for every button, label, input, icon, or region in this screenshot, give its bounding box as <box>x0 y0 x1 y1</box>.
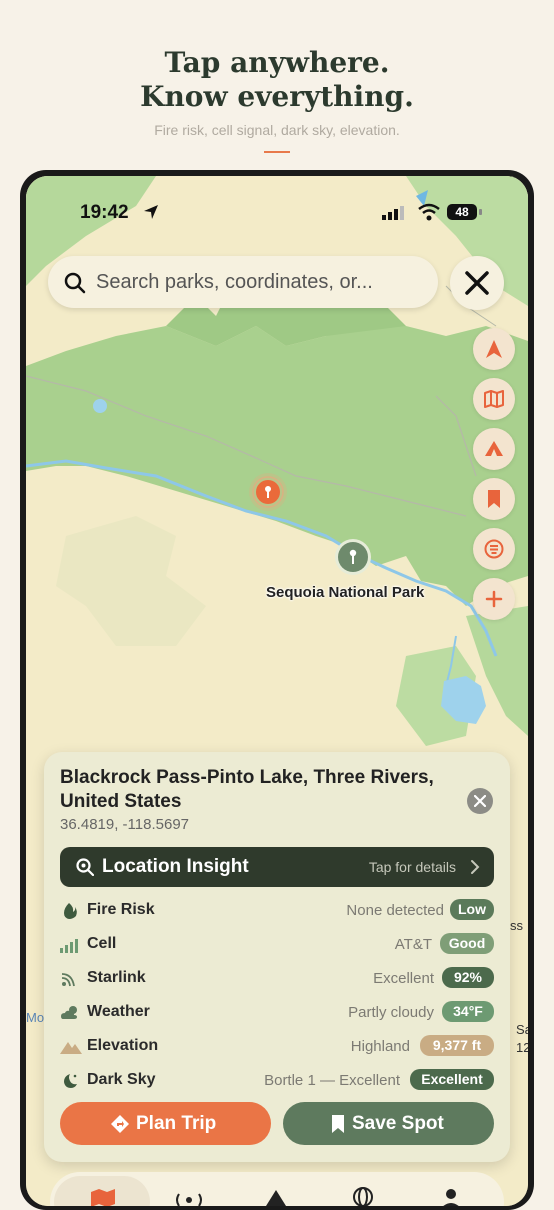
signal-bars-icon <box>382 206 404 220</box>
row-label: Weather <box>87 1003 150 1020</box>
mountain-icon <box>60 1042 82 1054</box>
map-icon <box>484 390 504 408</box>
battery-icon: 48 <box>447 204 477 220</box>
map-edge-label: Mo <box>26 1010 45 1025</box>
close-icon <box>474 795 486 807</box>
tab-bar <box>50 1172 504 1206</box>
signal-tab-icon[interactable] <box>174 1190 204 1206</box>
app-screen: 19:42 48 Search parks, coordinates, or..… <box>26 176 528 1206</box>
status-badge: 9,377 ft <box>420 1035 494 1056</box>
row-value: AT&T <box>394 936 432 953</box>
map-layers-button[interactable] <box>473 378 515 420</box>
location-arrow-icon <box>144 205 158 219</box>
partly-cloudy-icon <box>61 1006 77 1019</box>
search-insight-icon <box>76 858 94 876</box>
hero-divider <box>264 151 290 153</box>
close-icon <box>465 271 489 295</box>
search-bar[interactable]: Search parks, coordinates, or... <box>48 256 438 308</box>
row-label: Cell <box>87 935 117 952</box>
plan-trip-button[interactable]: Plan Trip <box>60 1102 271 1145</box>
globe-tab-icon[interactable] <box>350 1186 376 1206</box>
status-time: 19:42 <box>80 202 129 223</box>
flame-icon <box>64 903 77 919</box>
park-pin[interactable] <box>334 538 372 576</box>
status-bar: 19:42 48 <box>26 200 528 224</box>
coordinates: 36.4819, -118.5697 <box>60 816 190 833</box>
close-button[interactable] <box>450 256 504 310</box>
tab-map[interactable] <box>54 1176 150 1206</box>
map-edge-label: 12 <box>516 1040 528 1055</box>
status-badge: 34°F <box>442 1001 494 1022</box>
row-value: Partly cloudy <box>348 1004 434 1021</box>
save-spot-label: Save Spot <box>352 1113 444 1134</box>
row-label: Fire Risk <box>87 901 155 918</box>
row-label: Elevation <box>87 1037 159 1054</box>
cell-row[interactable]: Cell AT&T Good <box>60 930 494 960</box>
row-value: None detected <box>346 902 444 919</box>
hero-subtitle: Fire risk, cell signal, dark sky, elevat… <box>154 122 400 138</box>
fire-risk-row[interactable]: Fire Risk None detected Low <box>60 896 494 926</box>
navigation-arrow-icon <box>486 340 502 358</box>
cell-signal-icon <box>60 939 78 953</box>
filter-button[interactable] <box>473 528 515 570</box>
search-input[interactable]: Search parks, coordinates, or... <box>96 271 373 294</box>
profile-tab-icon[interactable] <box>440 1188 462 1206</box>
elevation-row[interactable]: Elevation Highland 9,377 ft <box>60 1032 494 1062</box>
status-badge: 92% <box>442 967 494 988</box>
bookmark-icon <box>488 490 500 508</box>
selected-location-pin[interactable] <box>248 472 288 512</box>
place-name: Blackrock Pass-Pinto Lake, Three Rivers,… <box>60 767 434 812</box>
plan-trip-label: Plan Trip <box>136 1113 217 1134</box>
insight-title: Location Insight <box>102 856 249 877</box>
hero-title-line-1: Tap anywhere. <box>164 46 390 79</box>
navigation-button[interactable] <box>473 328 515 370</box>
map-tab-icon <box>91 1189 115 1206</box>
directions-icon <box>111 1115 129 1133</box>
layers-icon <box>484 539 504 559</box>
card-close-button[interactable] <box>467 788 493 814</box>
search-icon <box>64 272 86 294</box>
wifi-icon <box>418 203 440 221</box>
add-button[interactable] <box>473 578 515 620</box>
chevron-right-icon <box>471 860 480 874</box>
battery-tip <box>479 209 482 215</box>
row-value: Highland <box>350 1038 410 1055</box>
tent-tab-icon[interactable] <box>264 1188 288 1206</box>
location-insight-button[interactable]: Location Insight Tap for details <box>60 847 494 887</box>
map-edge-label: ss <box>510 918 523 933</box>
dark-sky-row[interactable]: Dark Sky Bortle 1 — Excellent Excellent <box>60 1066 494 1096</box>
save-spot-button[interactable]: Save Spot <box>283 1102 494 1145</box>
status-badge: Low <box>450 899 494 920</box>
row-value: Bortle 1 — Excellent <box>264 1072 400 1089</box>
starlink-row[interactable]: Starlink Excellent 92% <box>60 964 494 994</box>
hero-title-line-2: Know everything. <box>140 80 414 113</box>
moon-stars-icon <box>64 1074 77 1088</box>
satellite-icon <box>61 973 75 987</box>
bookmark-icon <box>332 1115 344 1133</box>
bookmarks-button[interactable] <box>473 478 515 520</box>
row-value: Excellent <box>373 970 434 987</box>
map-edge-label: Sa <box>516 1022 528 1037</box>
insight-hint: Tap for details <box>368 859 456 875</box>
status-badge: Good <box>440 933 494 954</box>
plus-icon <box>485 590 503 608</box>
row-label: Starlink <box>87 969 146 986</box>
location-card: Blackrock Pass-Pinto Lake, Three Rivers,… <box>44 752 510 1162</box>
status-badge: Excellent <box>410 1069 494 1090</box>
campsites-button[interactable] <box>473 428 515 470</box>
tent-icon <box>485 441 503 456</box>
park-label[interactable]: Sequoia National Park <box>266 584 424 601</box>
hero-title: Tap anywhere. Know everything. <box>0 46 554 114</box>
row-label: Dark Sky <box>87 1071 156 1088</box>
weather-row[interactable]: Weather Partly cloudy 34°F <box>60 998 494 1028</box>
